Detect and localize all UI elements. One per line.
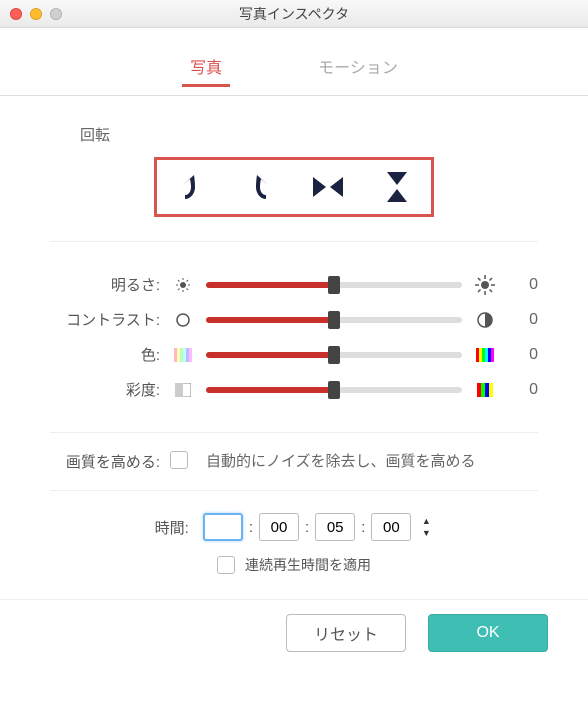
titlebar: 写真インスペクタ xyxy=(0,0,588,28)
rotate-toolbar xyxy=(154,157,434,217)
quality-label: 画質を高める: xyxy=(50,451,160,472)
saturation-row: 彩度: 0 xyxy=(50,379,538,400)
contrast-value: 0 xyxy=(508,311,538,329)
time-colon-3: : xyxy=(361,519,365,536)
brightness-slider[interactable] xyxy=(206,282,462,288)
brightness-label: 明るさ: xyxy=(50,274,160,295)
close-window-button[interactable] xyxy=(10,8,22,20)
saturation-value: 0 xyxy=(508,381,538,399)
window-controls xyxy=(10,8,62,20)
saturation-low-icon xyxy=(170,383,196,397)
quality-row: 画質を高める: 自動的にノイズを除去し、画質を高める xyxy=(50,433,538,491)
saturation-high-icon xyxy=(472,383,498,397)
quality-checkbox[interactable] xyxy=(170,451,188,469)
rotate-right-icon xyxy=(248,173,272,201)
time-step-down-button[interactable]: ▼ xyxy=(419,527,433,539)
flip-vertical-icon xyxy=(385,172,409,202)
rotate-left-icon xyxy=(179,173,203,201)
contrast-row: コントラスト: 0 xyxy=(50,309,538,330)
color-slider[interactable] xyxy=(206,352,462,358)
time-colon-2: : xyxy=(305,519,309,536)
flip-horizontal-button[interactable] xyxy=(310,169,346,205)
color-row: 色: 0 xyxy=(50,344,538,365)
time-colon-1: : xyxy=(249,519,253,536)
minimize-window-button[interactable] xyxy=(30,8,42,20)
color-high-icon xyxy=(472,348,498,362)
rotate-left-button[interactable] xyxy=(173,169,209,205)
rotate-right-button[interactable] xyxy=(242,169,278,205)
time-stepper: ▲ ▼ xyxy=(419,515,433,539)
time-hours-input[interactable] xyxy=(203,513,243,541)
flip-vertical-button[interactable] xyxy=(379,169,415,205)
reset-button[interactable]: リセット xyxy=(286,614,406,652)
brightness-row: 明るさ: 0 xyxy=(50,274,538,295)
window-title: 写真インスペクタ xyxy=(10,4,578,24)
footer: リセット OK xyxy=(0,599,588,652)
color-label: 色: xyxy=(50,344,160,365)
loop-label: 連続再生時間を適用 xyxy=(245,555,371,575)
contrast-high-icon xyxy=(472,311,498,329)
sun-bright-icon xyxy=(472,275,498,295)
inspector-window: 写真インスペクタ 写真 モーション 回転 明るさ: xyxy=(0,0,588,718)
ok-button[interactable]: OK xyxy=(428,614,548,652)
flip-horizontal-icon xyxy=(313,175,343,199)
time-label: 時間: xyxy=(155,517,189,538)
tab-photo[interactable]: 写真 xyxy=(182,50,230,87)
rotate-label: 回転 xyxy=(80,124,538,145)
loop-checkbox[interactable] xyxy=(217,556,235,574)
time-row: 時間: : : : ▲ ▼ xyxy=(50,491,538,551)
time-step-up-button[interactable]: ▲ xyxy=(419,515,433,527)
time-frames-input[interactable] xyxy=(371,513,411,541)
color-value: 0 xyxy=(508,346,538,364)
content-area: 回転 明るさ: xyxy=(0,96,588,599)
saturation-slider[interactable] xyxy=(206,387,462,393)
brightness-value: 0 xyxy=(508,276,538,294)
contrast-label: コントラスト: xyxy=(50,309,160,330)
sun-dim-icon xyxy=(170,277,196,293)
loop-row: 連続再生時間を適用 xyxy=(50,551,538,599)
tab-bar: 写真 モーション xyxy=(0,28,588,96)
adjustment-sliders: 明るさ: 0 コントラスト: xyxy=(50,241,538,433)
tab-motion[interactable]: モーション xyxy=(310,50,406,87)
time-seconds-input[interactable] xyxy=(315,513,355,541)
contrast-slider[interactable] xyxy=(206,317,462,323)
contrast-low-icon xyxy=(170,312,196,328)
time-minutes-input[interactable] xyxy=(259,513,299,541)
color-low-icon xyxy=(170,348,196,362)
zoom-window-button[interactable] xyxy=(50,8,62,20)
saturation-label: 彩度: xyxy=(50,379,160,400)
quality-description: 自動的にノイズを除去し、画質を高める xyxy=(206,451,538,472)
